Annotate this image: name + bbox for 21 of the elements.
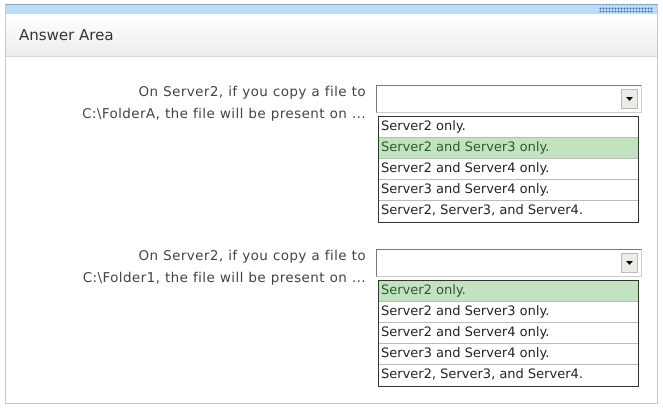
dropdown-button[interactable]	[621, 89, 638, 109]
option-item[interactable]: Server2 and Server3 only.	[379, 138, 638, 159]
option-item[interactable]: Server2 only.	[379, 281, 638, 302]
question-text: C:\FolderA, the file will be present on ...	[81, 105, 366, 124]
dropdown-field[interactable]	[376, 85, 642, 113]
option-item[interactable]: Server3 and Server4 only.	[379, 180, 638, 201]
grip-icon	[599, 7, 653, 13]
dropdown-field[interactable]	[376, 249, 642, 277]
question-text: C:\Folder1, the file will be present on ...	[82, 269, 366, 288]
dropdown-button[interactable]	[621, 253, 638, 273]
caret-icon	[626, 261, 633, 265]
section-title: Answer Area	[19, 26, 114, 44]
option-item[interactable]: Server3 and Server4 only.	[379, 344, 638, 365]
option-item[interactable]: Server2, Server3, and Server4.	[379, 365, 638, 386]
caret-icon	[626, 97, 633, 101]
option-item[interactable]: Server2 and Server4 only.	[379, 159, 638, 180]
question-text: On Server2, if you copy a file to	[137, 83, 366, 102]
option-item[interactable]: Server2 and Server4 only.	[379, 323, 638, 344]
option-item[interactable]: Server2 and Server3 only.	[379, 302, 638, 323]
option-item[interactable]: Server2, Server3, and Server4.	[379, 201, 638, 222]
question-text: On Server2, if you copy a file to	[137, 247, 366, 266]
